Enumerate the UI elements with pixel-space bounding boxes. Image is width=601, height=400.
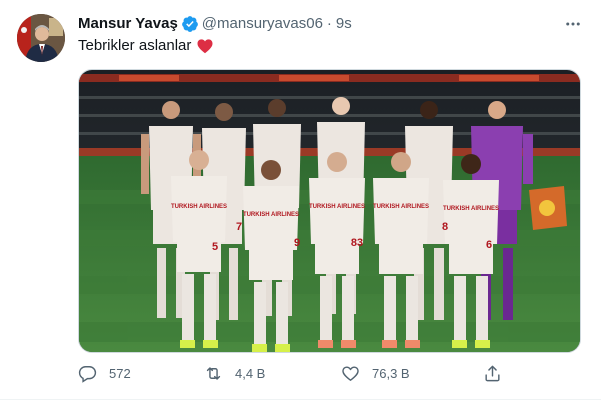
- sponsor-label: TURKISH AIRLINES: [309, 204, 365, 210]
- sponsor-label: TURKISH AIRLINES: [443, 206, 499, 212]
- author-display-name[interactable]: Mansur Yavaş: [78, 14, 178, 34]
- more-options-button[interactable]: [561, 12, 585, 36]
- heart-outline-icon: [342, 366, 359, 381]
- verified-badge-icon: [181, 15, 199, 33]
- reply-icon: [78, 366, 97, 383]
- retweet-icon: [206, 367, 221, 380]
- more-dots-icon: [566, 22, 580, 26]
- shirt-number: 8: [442, 221, 448, 233]
- avatar[interactable]: [17, 14, 65, 62]
- shirt-number: 7: [236, 221, 242, 233]
- reply-button[interactable]: 572: [78, 364, 131, 383]
- tweet[interactable]: Mansur Yavaş @mansuryavas06 · 9s Tebrikl…: [0, 0, 601, 400]
- author-handle[interactable]: @mansuryavas06: [202, 14, 323, 34]
- shirt-number: 9: [294, 237, 300, 249]
- like-button[interactable]: 76,3 B: [341, 364, 410, 383]
- shirt-number: 5: [212, 241, 218, 253]
- tweet-actions: 572 4,4 B 76,3 B: [78, 364, 503, 388]
- tweet-header: Mansur Yavaş @mansuryavas06 · 9s: [78, 14, 352, 34]
- sponsor-label: TURKISH AIRLINES: [171, 204, 227, 210]
- tweet-text: Tebrikler aslanlar: [78, 36, 214, 56]
- red-heart-icon: [196, 37, 214, 55]
- sponsor-label: TURKISH AIRLINES: [243, 212, 299, 218]
- like-count: 76,3 B: [372, 366, 410, 381]
- tweet-photo[interactable]: TURKISH AIRLINES TURKISH AIRLINES TURKIS…: [78, 69, 581, 353]
- header-separator: ·: [326, 15, 332, 32]
- share-icon: [485, 365, 500, 382]
- tweet-text-content: Tebrikler aslanlar: [78, 37, 192, 54]
- tweet-timestamp[interactable]: 9s: [336, 14, 352, 34]
- retweet-count: 4,4 B: [235, 366, 266, 381]
- share-button[interactable]: [483, 364, 514, 383]
- shirt-number: 6: [486, 239, 492, 251]
- retweet-button[interactable]: 4,4 B: [204, 364, 265, 383]
- reply-count: 572: [109, 366, 131, 381]
- sponsor-label: TURKISH AIRLINES: [373, 204, 429, 210]
- shirt-number: 83: [351, 237, 363, 249]
